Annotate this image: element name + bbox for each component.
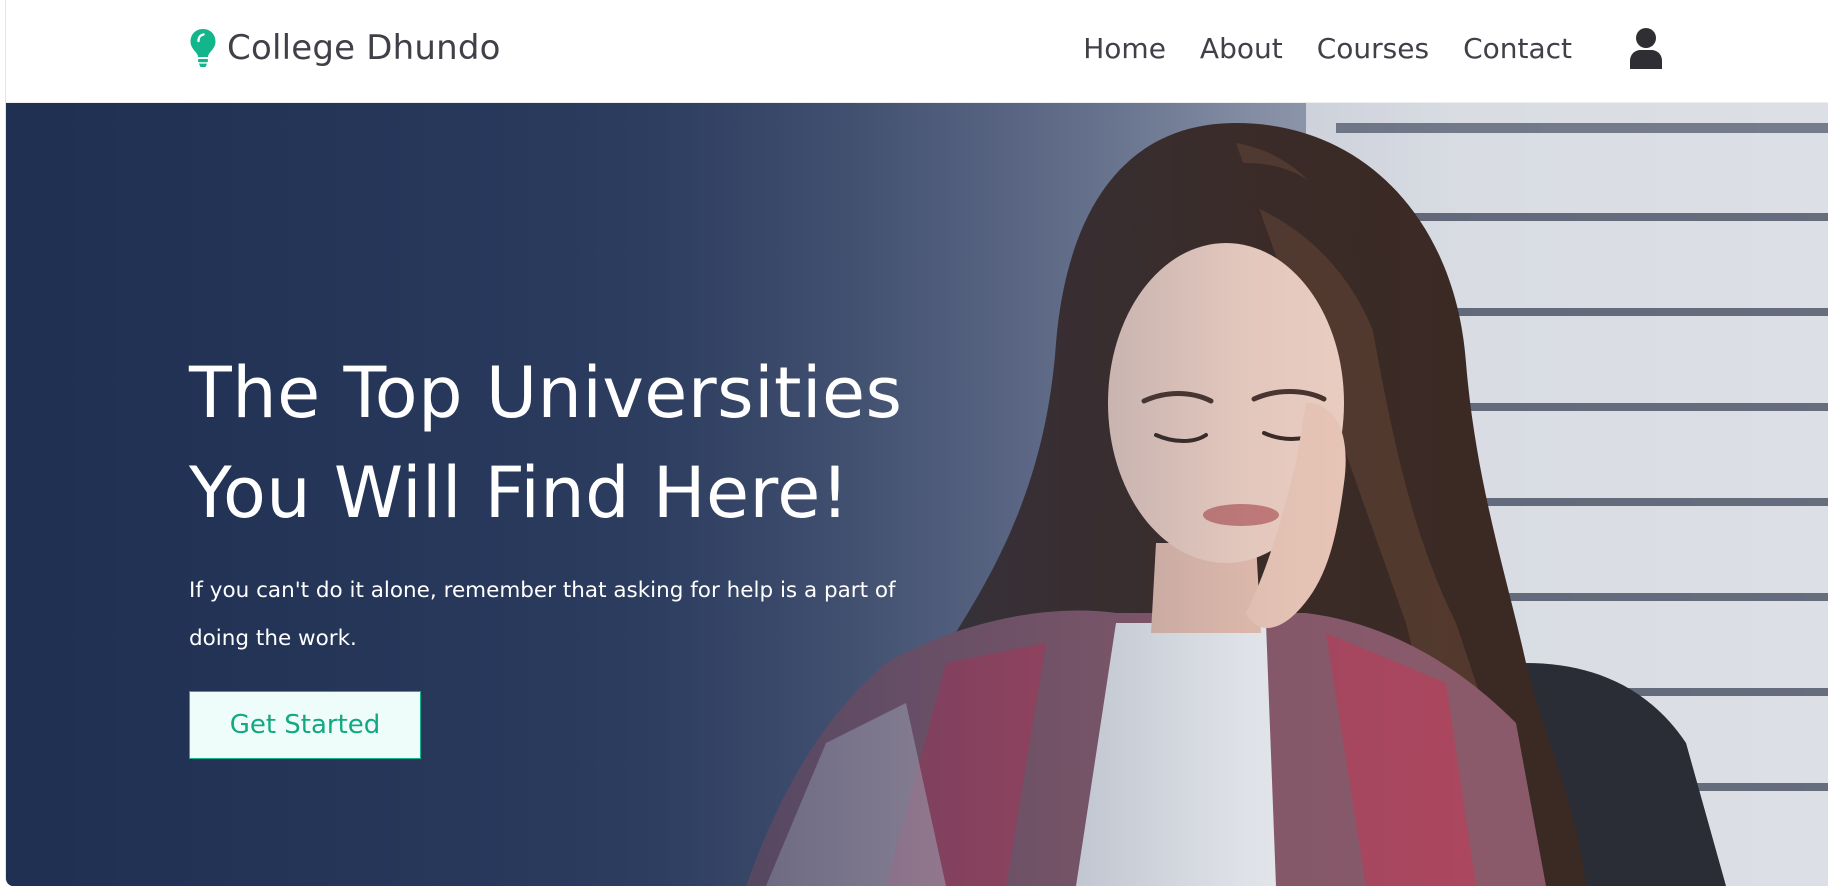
get-started-button[interactable]: Get Started	[189, 691, 421, 759]
nav-link-contact[interactable]: Contact	[1463, 32, 1572, 65]
lightbulb-icon	[190, 29, 216, 67]
hero-title-line-2: You Will Find Here!	[189, 452, 850, 534]
hero-content: The Top Universities You Will Find Here!…	[189, 343, 949, 759]
page: College Dhundo Home About Courses Contac…	[5, 0, 1828, 886]
hero-title-line-1: The Top Universities	[189, 352, 903, 434]
main-nav: Home About Courses Contact	[1083, 26, 1572, 70]
nav-link-about[interactable]: About	[1200, 32, 1283, 65]
hero-subtitle: If you can't do it alone, remember that …	[189, 578, 896, 651]
hero-title: The Top Universities You Will Find Here!	[189, 343, 949, 543]
nav-link-courses[interactable]: Courses	[1317, 32, 1429, 65]
user-account-button[interactable]	[1626, 26, 1666, 70]
navbar: College Dhundo Home About Courses Contac…	[6, 0, 1828, 103]
brand-logo-link[interactable]: College Dhundo	[189, 24, 501, 72]
user-icon	[1630, 28, 1662, 69]
nav-link-home[interactable]: Home	[1083, 32, 1166, 65]
brand-name: College Dhundo	[227, 28, 501, 68]
hero-section: The Top Universities You Will Find Here!…	[6, 103, 1828, 886]
